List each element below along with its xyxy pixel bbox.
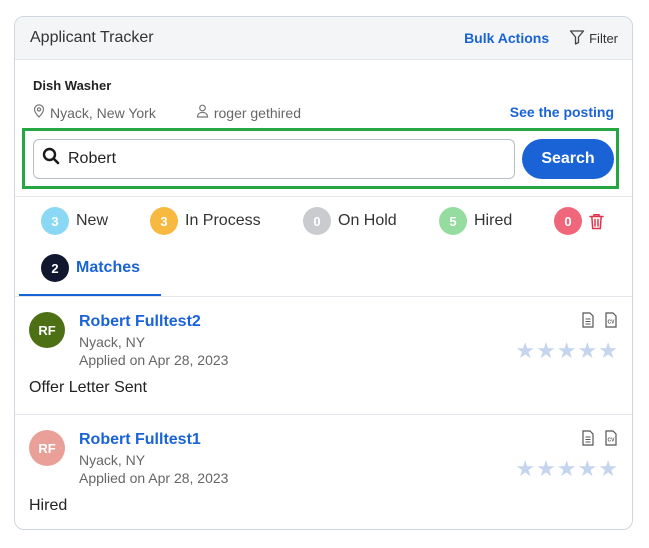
applicant-status: Hired: [29, 497, 68, 514]
tab-count-badge: 0: [554, 207, 582, 235]
job-recruiter: roger gethired: [196, 104, 301, 121]
document-icon[interactable]: [581, 430, 595, 446]
svg-text:CV: CV: [608, 438, 616, 444]
tab-label: New: [76, 212, 109, 229]
page-title: Applicant Tracker: [30, 29, 154, 46]
tab-new[interactable]: 3 New: [41, 207, 108, 235]
filter-label: Filter: [589, 30, 618, 46]
search-icon: [42, 147, 60, 170]
bulk-actions-button[interactable]: Bulk Actions: [464, 30, 549, 46]
location-pin-icon: [33, 104, 50, 121]
tab-hired[interactable]: 5 Hired: [439, 207, 512, 235]
applicant-status: Offer Letter Sent: [29, 379, 147, 396]
tab-count-badge: 0: [303, 207, 331, 235]
applicant-name-link[interactable]: Robert Fulltest1: [79, 431, 201, 449]
tab-label: Matches: [76, 259, 141, 276]
star-icon[interactable]: ★: [578, 458, 598, 480]
tab-on-hold[interactable]: 0 On Hold: [303, 207, 397, 235]
filter-button[interactable]: Filter: [569, 29, 618, 48]
star-icon[interactable]: ★: [578, 340, 598, 362]
applicant-location: Nyack, NY: [79, 334, 146, 350]
rating-stars: ★ ★ ★ ★ ★: [514, 458, 618, 480]
applicant-row[interactable]: RF Robert Fulltest1 Nyack, NY Applied on…: [15, 416, 632, 529]
see-posting-link[interactable]: See the posting: [510, 104, 614, 120]
tab-count-badge: 3: [150, 207, 178, 235]
status-tabs: 3 New 3 In Process 0 On Hold 5 Hired 0 2…: [15, 196, 632, 297]
star-icon[interactable]: ★: [515, 458, 535, 480]
tab-label: On Hold: [338, 212, 397, 229]
search-bar: Search: [22, 128, 619, 189]
star-icon[interactable]: ★: [557, 340, 577, 362]
applicant-name-link[interactable]: Robert Fulltest2: [79, 313, 201, 331]
star-icon[interactable]: ★: [557, 458, 577, 480]
search-field-wrapper[interactable]: [33, 138, 515, 179]
star-icon[interactable]: ★: [598, 340, 618, 362]
avatar: RF: [29, 312, 65, 348]
star-icon[interactable]: ★: [598, 458, 618, 480]
rating-stars: ★ ★ ★ ★ ★: [514, 340, 618, 362]
applicant-applied-date: Applied on Apr 28, 2023: [79, 352, 229, 368]
tab-count-badge: 2: [41, 254, 69, 282]
applicant-row[interactable]: RF Robert Fulltest2 Nyack, NY Applied on…: [15, 298, 632, 415]
search-button[interactable]: Search: [522, 138, 614, 179]
applicant-tracker-card: Applicant Tracker Bulk Actions Filter Di…: [14, 16, 633, 530]
user-icon: [196, 104, 214, 121]
cv-icon[interactable]: CV: [604, 430, 618, 446]
avatar: RF: [29, 430, 65, 466]
search-input[interactable]: [68, 149, 468, 168]
document-icon[interactable]: [581, 312, 595, 328]
active-tab-indicator: [19, 294, 161, 296]
applicant-location: Nyack, NY: [79, 452, 146, 468]
job-info: Dish Washer Nyack, New York roger gethir…: [15, 60, 632, 129]
tab-label: Hired: [474, 212, 513, 229]
star-icon[interactable]: ★: [515, 340, 535, 362]
applicant-applied-date: Applied on Apr 28, 2023: [79, 470, 229, 486]
cv-icon[interactable]: CV: [604, 312, 618, 328]
tab-in-process[interactable]: 3 In Process: [150, 207, 261, 235]
tab-label: In Process: [185, 212, 261, 229]
job-title: Dish Washer: [33, 78, 112, 93]
star-icon[interactable]: ★: [536, 458, 556, 480]
trash-icon: [589, 213, 604, 230]
tab-count-badge: 5: [439, 207, 467, 235]
tab-count-badge: 3: [41, 207, 69, 235]
job-location: Nyack, New York: [33, 104, 156, 121]
tracker-header: Applicant Tracker Bulk Actions Filter: [15, 17, 632, 60]
svg-text:CV: CV: [608, 320, 616, 326]
tab-deleted[interactable]: 0: [554, 207, 604, 235]
star-icon[interactable]: ★: [536, 340, 556, 362]
tab-matches[interactable]: 2 Matches: [41, 254, 140, 282]
filter-icon: [569, 29, 589, 48]
